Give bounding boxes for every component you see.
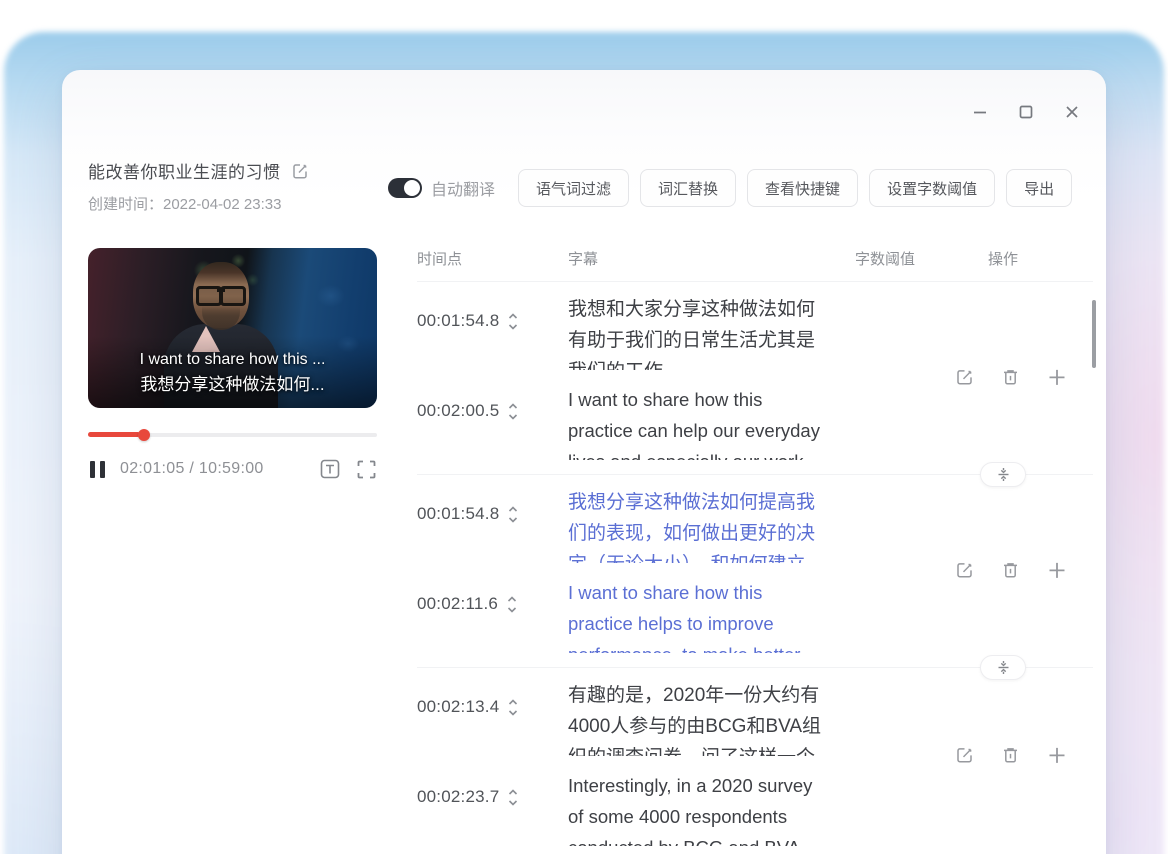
page-title: 能改善你职业生涯的习惯 <box>88 158 281 183</box>
timestamp: 00:02:11.6 <box>417 594 498 614</box>
subtitle-text[interactable]: I want to share how this practice helps … <box>568 577 832 653</box>
app-window: 能改善你职业生涯的习惯 创建时间：2022-04-02 23:33 自动翻译 语… <box>62 70 1106 854</box>
auto-translate-toggle[interactable] <box>388 178 422 198</box>
video-frame[interactable]: I want to share how this ... 我想分享这种做法如何.… <box>88 248 377 408</box>
player-controls: 02:01:05 / 10:59:00 <box>88 458 377 480</box>
delete-icon[interactable] <box>1001 367 1020 387</box>
maximize-button[interactable] <box>1016 102 1036 122</box>
video-subtitle-overlay: I want to share how this ... 我想分享这种做法如何.… <box>88 348 377 398</box>
word-replace-button[interactable]: 词汇替换 <box>640 169 736 207</box>
table-row: 00:01:54.8 我想和大家分享这种做法如何有助于我们的日常生活尤其是我们的… <box>417 294 1093 370</box>
scrollbar-thumb[interactable] <box>1092 300 1096 368</box>
filler-filter-button[interactable]: 语气词过滤 <box>518 169 629 207</box>
toggle-knob <box>404 180 420 196</box>
table-row: 00:02:11.6 I want to share how this prac… <box>417 577 1093 653</box>
subtitle-text[interactable]: 我想分享这种做法如何提高我们的表现，如何做出更好的决定（无论大小），和如何建立 <box>568 487 832 563</box>
time-stepper[interactable] <box>508 699 518 716</box>
progress-fill <box>88 432 140 437</box>
table-row: 00:02:23.7 Interestingly, in a 2020 surv… <box>417 770 1093 846</box>
time-stepper[interactable] <box>508 789 518 806</box>
created-time: 创建时间：2022-04-02 23:33 <box>88 193 309 214</box>
timestamp: 00:02:00.5 <box>417 401 499 421</box>
progress-bar[interactable] <box>88 428 377 440</box>
time-stepper[interactable] <box>508 403 518 420</box>
edit-icon[interactable] <box>955 560 974 580</box>
subtitle-toggle-icon[interactable] <box>319 458 341 480</box>
export-button[interactable]: 导出 <box>1006 169 1072 207</box>
table-row: 00:01:54.8 我想分享这种做法如何提高我们的表现，如何做出更好的决定（无… <box>417 487 1093 563</box>
timestamp: 00:02:23.7 <box>417 787 499 807</box>
table-header: 时间点 字幕 字数阈值 操作 <box>417 248 1093 282</box>
delete-icon[interactable] <box>1001 745 1020 765</box>
col-header-subtitle: 字幕 <box>568 248 855 281</box>
subtitle-table: 时间点 字幕 字数阈值 操作 00:01:54.8 我想和大家分享这种做法如何有… <box>417 248 1093 854</box>
subtitle-entry: 00:01:54.8 我想和大家分享这种做法如何有助于我们的日常生活尤其是我们的… <box>417 282 1093 475</box>
row-actions <box>955 745 1067 765</box>
video-subtitle-zh: 我想分享这种做法如何... <box>88 372 377 398</box>
fullscreen-icon[interactable] <box>356 459 377 480</box>
subtitle-text[interactable]: 有趣的是，2020年一份大约有4000人参与的由BCG和BVA组织的调查问卷，问… <box>568 680 832 756</box>
col-header-actions: 操作 <box>988 248 1093 281</box>
subtitle-text[interactable]: Interestingly, in a 2020 survey of some … <box>568 770 832 846</box>
subtitle-text[interactable]: 我想和大家分享这种做法如何有助于我们的日常生活尤其是我们的工作 <box>568 294 832 370</box>
close-button[interactable] <box>1062 102 1082 122</box>
subtitle-entry: 00:01:54.8 我想分享这种做法如何提高我们的表现，如何做出更好的决定（无… <box>417 475 1093 668</box>
subtitle-text[interactable]: I want to share how this practice can he… <box>568 384 832 460</box>
time-display: 02:01:05 / 10:59:00 <box>120 460 264 478</box>
add-icon[interactable] <box>1047 745 1067 765</box>
timestamp: 00:01:54.8 <box>417 311 499 331</box>
minimize-button[interactable] <box>970 102 990 122</box>
auto-translate-label: 自动翻译 <box>431 176 495 200</box>
edit-title-icon[interactable] <box>291 162 309 180</box>
time-stepper[interactable] <box>508 506 518 523</box>
col-header-threshold: 字数阈值 <box>855 248 988 281</box>
window-controls <box>970 102 1082 122</box>
toolbar: 自动翻译 语气词过滤 词汇替换 查看快捷键 设置字数阈值 导出 <box>388 169 1072 207</box>
edit-icon[interactable] <box>955 745 974 765</box>
video-panel: I want to share how this ... 我想分享这种做法如何.… <box>88 248 377 480</box>
progress-handle[interactable] <box>138 429 150 441</box>
video-subtitle-en: I want to share how this ... <box>88 348 377 372</box>
time-stepper[interactable] <box>508 313 518 330</box>
add-icon[interactable] <box>1047 560 1067 580</box>
view-shortcuts-button[interactable]: 查看快捷键 <box>747 169 858 207</box>
edit-icon[interactable] <box>955 367 974 387</box>
row-actions <box>955 560 1067 580</box>
add-icon[interactable] <box>1047 367 1067 387</box>
pause-button[interactable] <box>88 459 107 480</box>
table-row: 00:02:00.5 I want to share how this prac… <box>417 384 1093 460</box>
set-threshold-button[interactable]: 设置字数阈值 <box>869 169 995 207</box>
col-header-time: 时间点 <box>417 248 568 281</box>
time-stepper[interactable] <box>507 596 517 613</box>
timestamp: 00:01:54.8 <box>417 504 499 524</box>
timestamp: 00:02:13.4 <box>417 697 499 717</box>
row-actions <box>955 367 1067 387</box>
delete-icon[interactable] <box>1001 560 1020 580</box>
subtitle-entry: 00:02:13.4 有趣的是，2020年一份大约有4000人参与的由BCG和B… <box>417 668 1093 846</box>
